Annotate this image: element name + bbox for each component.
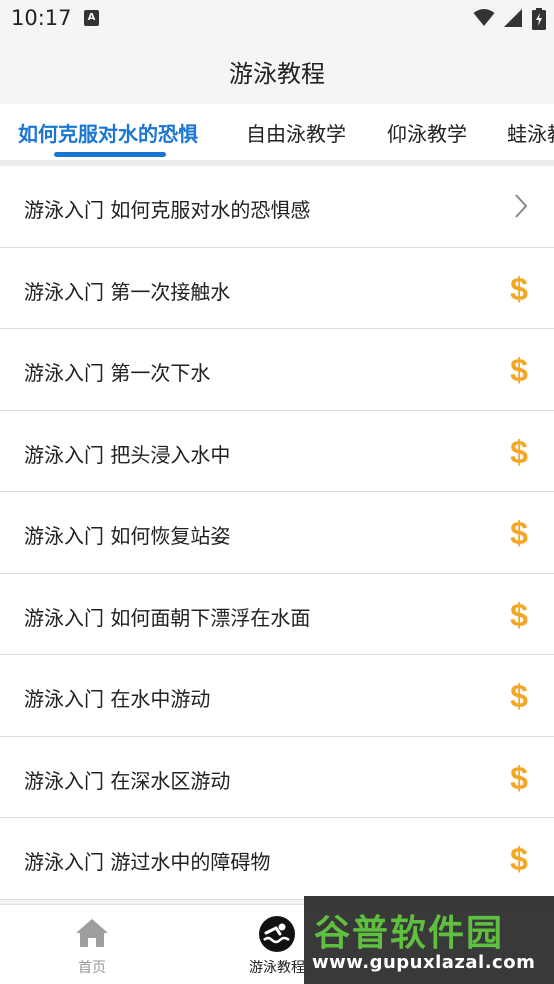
svg-text:$: $ (510, 353, 528, 387)
list-item[interactable]: 游泳入门 在水中游动 $ (0, 655, 554, 737)
list-item-title: 游泳入门 在水中游动 (24, 687, 211, 711)
dollar-icon: $ (510, 679, 528, 713)
page-title: 游泳教程 (229, 60, 325, 88)
dollar-icon: $ (510, 353, 528, 387)
list-item[interactable]: 游泳入门 如何恢复站姿 $ (0, 492, 554, 574)
dollar-icon: $ (510, 761, 528, 795)
dollar-icon: $ (510, 516, 528, 550)
home-icon (76, 919, 108, 947)
list-item-title: 游泳入门 第一次接触水 (24, 279, 231, 304)
app-header: 游泳教程 (0, 38, 554, 104)
list-item-title: 游泳入门 如何克服对水的恐惧感 (24, 198, 311, 222)
svg-text:$: $ (510, 435, 528, 469)
status-time: 10:17 (11, 6, 72, 30)
list-item-title: 游泳入门 如何恢复站姿 (24, 524, 231, 548)
svg-text:$: $ (510, 761, 528, 795)
tab-bar: 如何克服对水的恐惧 自由泳教学 仰泳教学 蛙泳教学 (0, 104, 554, 160)
list-item[interactable]: 游泳入门 第一次下水 $ (0, 329, 554, 411)
status-icons (473, 8, 546, 30)
watermark-title: 谷普软件园 (314, 913, 505, 954)
list-item-title: 游泳入门 把头浸入水中 (24, 442, 231, 467)
nav-home[interactable]: 首页 (32, 905, 152, 984)
list-item-title: 游泳入门 第一次下水 (24, 361, 211, 385)
tab-freestyle[interactable]: 自由泳教学 (246, 118, 346, 147)
dollar-icon: $ (510, 435, 528, 469)
swimmer-icon (259, 916, 295, 952)
tab-breaststroke[interactable]: 蛙泳教学 (507, 118, 554, 147)
watermark-url: www.gupuxlazal.com (312, 952, 536, 973)
dollar-icon: $ (510, 272, 528, 306)
list-item-title: 游泳入门 如何面朝下漂浮在水面 (24, 605, 311, 630)
svg-text:$: $ (510, 516, 528, 550)
svg-text:$: $ (510, 272, 528, 306)
list-item-title: 游泳入门 游过水中的障碍物 (24, 850, 271, 874)
nav-home-label: 首页 (78, 960, 106, 976)
text-a-icon: A (84, 10, 99, 26)
svg-text:$: $ (510, 598, 528, 632)
tab-overcome-fear[interactable]: 如何克服对水的恐惧 (18, 118, 198, 147)
list-item[interactable]: 游泳入门 如何克服对水的恐惧感 (0, 166, 554, 248)
status-bar: 10:17 A (0, 0, 554, 38)
list-item[interactable]: 游泳入门 在深水区游动 $ (0, 736, 554, 818)
tab-indicator (54, 152, 166, 157)
list-item[interactable]: 游泳入门 第一次接触水 $ (0, 247, 554, 329)
cell-signal-icon (503, 9, 522, 27)
list-item[interactable]: 游泳入门 游过水中的障碍物 $ (0, 818, 554, 900)
lesson-list: 游泳入门 如何克服对水的恐惧感 游泳入门 第一次接触水 $ 游泳入门 第一次下水… (0, 166, 554, 900)
chevron-right-icon (515, 194, 528, 218)
dollar-icon: $ (510, 842, 528, 876)
wifi-icon (473, 9, 495, 26)
watermark: 谷普软件园 www.gupuxlazal.com (304, 896, 554, 984)
tab-backstroke[interactable]: 仰泳教学 (387, 118, 467, 147)
svg-text:$: $ (510, 679, 528, 713)
battery-charging-icon (532, 8, 546, 30)
list-item-title: 游泳入门 在深水区游动 (24, 768, 231, 793)
list-item[interactable]: 游泳入门 把头浸入水中 $ (0, 410, 554, 492)
svg-text:$: $ (510, 842, 528, 876)
dollar-icon: $ (510, 598, 528, 632)
list-item[interactable]: 游泳入门 如何面朝下漂浮在水面 $ (0, 573, 554, 655)
